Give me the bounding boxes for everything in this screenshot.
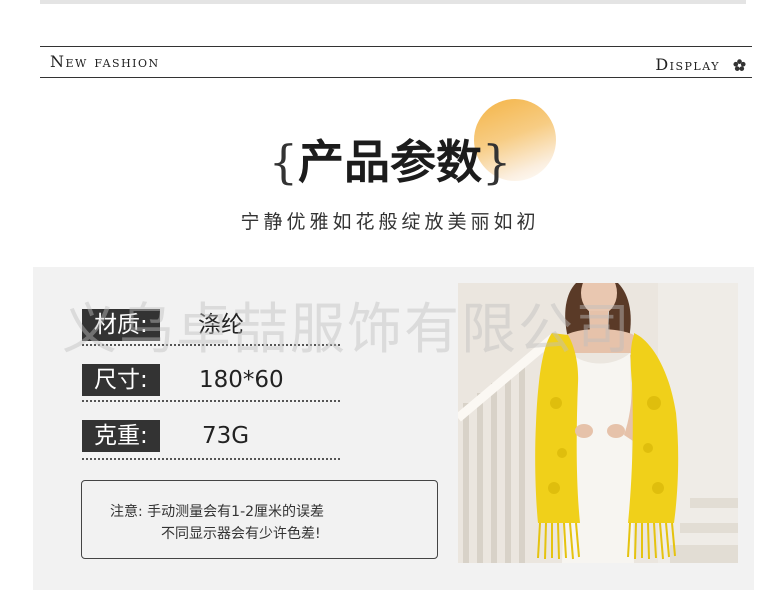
spec-dotted-divider <box>82 344 340 346</box>
banner-left-text: New fashion <box>50 52 160 71</box>
banner-right-text: Display <box>655 55 720 74</box>
title-brace-open: { <box>268 135 298 189</box>
spec-label-size: 尺寸: <box>82 364 160 396</box>
title-text: 产品参数 <box>298 135 482 189</box>
page-title: {产品参数} <box>0 126 780 192</box>
spec-value-size: 180*60 <box>199 367 284 393</box>
top-divider-strip <box>40 0 746 4</box>
measurement-note-box: 注意: 手动测量会有1-2厘米的误差 不同显示器会有少许色差! <box>81 480 438 559</box>
spec-value-weight: 73G <box>202 423 250 449</box>
product-photo <box>458 283 738 563</box>
note-line-2: 不同显示器会有少许色差! <box>161 526 321 542</box>
spec-dotted-divider <box>82 400 340 402</box>
model-scarf-illustration <box>458 283 738 563</box>
title-brace-close: } <box>482 135 512 189</box>
note-line-1: 注意: 手动测量会有1-2厘米的误差 <box>110 504 325 520</box>
spec-label-weight: 克重: <box>82 420 160 452</box>
spec-value-material: 涤纶 <box>198 312 244 338</box>
spec-label-material: 材质: <box>82 309 160 341</box>
fashion-banner: New fashion Display <box>40 46 752 78</box>
flower-icon <box>733 59 746 71</box>
page-subtitle: 宁静优雅如花般绽放美丽如初 <box>240 211 540 233</box>
spec-dotted-divider <box>82 458 340 460</box>
